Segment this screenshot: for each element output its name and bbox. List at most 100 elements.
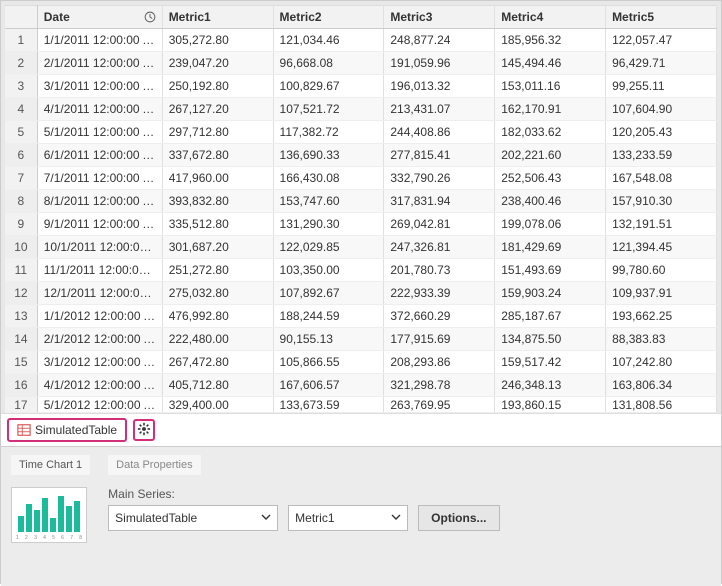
row-number: 9 bbox=[5, 213, 37, 236]
cell-date: 3/1/2011 12:00:00 AM bbox=[37, 75, 162, 98]
row-number: 12 bbox=[5, 282, 37, 305]
table-row[interactable]: 11/1/2011 12:00:00 AM305,272.80121,034.4… bbox=[5, 29, 717, 52]
table-row[interactable]: 131/1/2012 12:00:00 AM476,992.80188,244.… bbox=[5, 305, 717, 328]
cell-m4: 162,170.91 bbox=[495, 98, 606, 121]
table-row[interactable]: 77/1/2011 12:00:00 AM417,960.00166,430.0… bbox=[5, 167, 717, 190]
main-series-label: Main Series: bbox=[108, 487, 711, 501]
cell-m3: 317,831.94 bbox=[384, 190, 495, 213]
cell-m2: 103,350.00 bbox=[273, 259, 384, 282]
cell-m1: 305,272.80 bbox=[162, 29, 273, 52]
cell-m3: 247,326.81 bbox=[384, 236, 495, 259]
cell-m4: 153,011.16 bbox=[495, 75, 606, 98]
series-combobox[interactable]: SimulatedTable bbox=[108, 505, 278, 531]
cell-date: 5/1/2011 12:00:00 AM bbox=[37, 121, 162, 144]
cell-date: 4/1/2012 12:00:00 AM bbox=[37, 374, 162, 397]
col-metric3[interactable]: Metric3 bbox=[384, 6, 495, 29]
cell-m4: 199,078.06 bbox=[495, 213, 606, 236]
table-row[interactable]: 142/1/2012 12:00:00 AM222,480.0090,155.1… bbox=[5, 328, 717, 351]
cell-m3: 196,013.32 bbox=[384, 75, 495, 98]
cell-m1: 405,712.80 bbox=[162, 374, 273, 397]
properties-panel: Time Chart 1 12345678 Data Properties Ma… bbox=[1, 446, 721, 586]
cell-date: 3/1/2012 12:00:00 AM bbox=[37, 351, 162, 374]
chart-thumbnail[interactable]: 12345678 bbox=[11, 487, 87, 543]
tab-time-chart[interactable]: Time Chart 1 bbox=[11, 455, 90, 475]
row-number: 14 bbox=[5, 328, 37, 351]
cell-date: 10/1/2011 12:00:00… bbox=[37, 236, 162, 259]
row-number: 15 bbox=[5, 351, 37, 374]
cell-m4: 145,494.46 bbox=[495, 52, 606, 75]
cell-m2: 107,892.67 bbox=[273, 282, 384, 305]
cell-m3: 372,660.29 bbox=[384, 305, 495, 328]
cell-date: 8/1/2011 12:00:00 AM bbox=[37, 190, 162, 213]
table-row[interactable]: 66/1/2011 12:00:00 AM337,672.80136,690.3… bbox=[5, 144, 717, 167]
cell-m1: 329,400.00 bbox=[162, 397, 273, 413]
cell-m1: 251,272.80 bbox=[162, 259, 273, 282]
cell-m2: 122,029.85 bbox=[273, 236, 384, 259]
cell-m3: 321,298.78 bbox=[384, 374, 495, 397]
cell-m4: 185,956.32 bbox=[495, 29, 606, 52]
cell-m3: 213,431.07 bbox=[384, 98, 495, 121]
table-row[interactable]: 1111/1/2011 12:00:00…251,272.80103,350.0… bbox=[5, 259, 717, 282]
cell-date: 5/1/2012 12:00:00 AM bbox=[37, 397, 162, 413]
table-row[interactable]: 1010/1/2011 12:00:00…301,687.20122,029.8… bbox=[5, 236, 717, 259]
row-number: 11 bbox=[5, 259, 37, 282]
cell-m1: 393,832.80 bbox=[162, 190, 273, 213]
metric-combobox[interactable]: Metric1 bbox=[288, 505, 408, 531]
cell-m3: 201,780.73 bbox=[384, 259, 495, 282]
data-table[interactable]: Date Metric1 Metric2 Metric3 Metric4 Met… bbox=[5, 5, 717, 413]
col-metric5[interactable]: Metric5 bbox=[606, 6, 717, 29]
table-row[interactable]: 1212/1/2011 12:00:00…275,032.80107,892.6… bbox=[5, 282, 717, 305]
cell-m4: 134,875.50 bbox=[495, 328, 606, 351]
cell-m5: 109,937.91 bbox=[606, 282, 717, 305]
cell-m5: 163,806.34 bbox=[606, 374, 717, 397]
tab-data-properties[interactable]: Data Properties bbox=[108, 455, 200, 475]
clock-icon bbox=[144, 11, 156, 23]
cell-m5: 120,205.43 bbox=[606, 121, 717, 144]
cell-m4: 151,493.69 bbox=[495, 259, 606, 282]
cell-m2: 166,430.08 bbox=[273, 167, 384, 190]
table-row[interactable]: 22/1/2011 12:00:00 AM239,047.2096,668.08… bbox=[5, 52, 717, 75]
cell-m2: 117,382.72 bbox=[273, 121, 384, 144]
cell-m2: 133,673.59 bbox=[273, 397, 384, 413]
thumb-xaxis: 12345678 bbox=[16, 535, 82, 541]
sheet-settings-button[interactable] bbox=[133, 419, 155, 441]
header-row: Date Metric1 Metric2 Metric3 Metric4 Met… bbox=[5, 6, 717, 29]
row-number: 10 bbox=[5, 236, 37, 259]
cell-m1: 250,192.80 bbox=[162, 75, 273, 98]
table-row[interactable]: 55/1/2011 12:00:00 AM297,712.80117,382.7… bbox=[5, 121, 717, 144]
options-button[interactable]: Options... bbox=[418, 505, 499, 531]
table-row[interactable]: 153/1/2012 12:00:00 AM267,472.80105,866.… bbox=[5, 351, 717, 374]
cell-m3: 177,915.69 bbox=[384, 328, 495, 351]
cell-date: 11/1/2011 12:00:00… bbox=[37, 259, 162, 282]
table-row[interactable]: 88/1/2011 12:00:00 AM393,832.80153,747.6… bbox=[5, 190, 717, 213]
table-row[interactable]: 99/1/2011 12:00:00 AM335,512.80131,290.3… bbox=[5, 213, 717, 236]
cell-date: 9/1/2011 12:00:00 AM bbox=[37, 213, 162, 236]
col-metric1[interactable]: Metric1 bbox=[162, 6, 273, 29]
row-number: 8 bbox=[5, 190, 37, 213]
table-row[interactable]: 175/1/2012 12:00:00 AM329,400.00133,673.… bbox=[5, 397, 717, 413]
cell-m2: 96,668.08 bbox=[273, 52, 384, 75]
table-row[interactable]: 164/1/2012 12:00:00 AM405,712.80167,606.… bbox=[5, 374, 717, 397]
cell-m2: 153,747.60 bbox=[273, 190, 384, 213]
cell-m5: 122,057.47 bbox=[606, 29, 717, 52]
row-number: 17 bbox=[5, 397, 37, 413]
cell-m3: 222,933.39 bbox=[384, 282, 495, 305]
cell-date: 4/1/2011 12:00:00 AM bbox=[37, 98, 162, 121]
col-metric2[interactable]: Metric2 bbox=[273, 6, 384, 29]
cell-date: 7/1/2011 12:00:00 AM bbox=[37, 167, 162, 190]
cell-date: 2/1/2011 12:00:00 AM bbox=[37, 52, 162, 75]
sheet-tab-simulatedtable[interactable]: SimulatedTable bbox=[7, 418, 127, 442]
col-date[interactable]: Date bbox=[37, 6, 162, 29]
cell-m4: 159,903.24 bbox=[495, 282, 606, 305]
table-row[interactable]: 44/1/2011 12:00:00 AM267,127.20107,521.7… bbox=[5, 98, 717, 121]
cell-m2: 107,521.72 bbox=[273, 98, 384, 121]
cell-m1: 476,992.80 bbox=[162, 305, 273, 328]
cell-m4: 182,033.62 bbox=[495, 121, 606, 144]
cell-m3: 208,293.86 bbox=[384, 351, 495, 374]
table-row[interactable]: 33/1/2011 12:00:00 AM250,192.80100,829.6… bbox=[5, 75, 717, 98]
col-metric4[interactable]: Metric4 bbox=[495, 6, 606, 29]
gear-icon bbox=[137, 422, 151, 439]
cell-m4: 238,400.46 bbox=[495, 190, 606, 213]
cell-m3: 244,408.86 bbox=[384, 121, 495, 144]
cell-m4: 159,517.42 bbox=[495, 351, 606, 374]
